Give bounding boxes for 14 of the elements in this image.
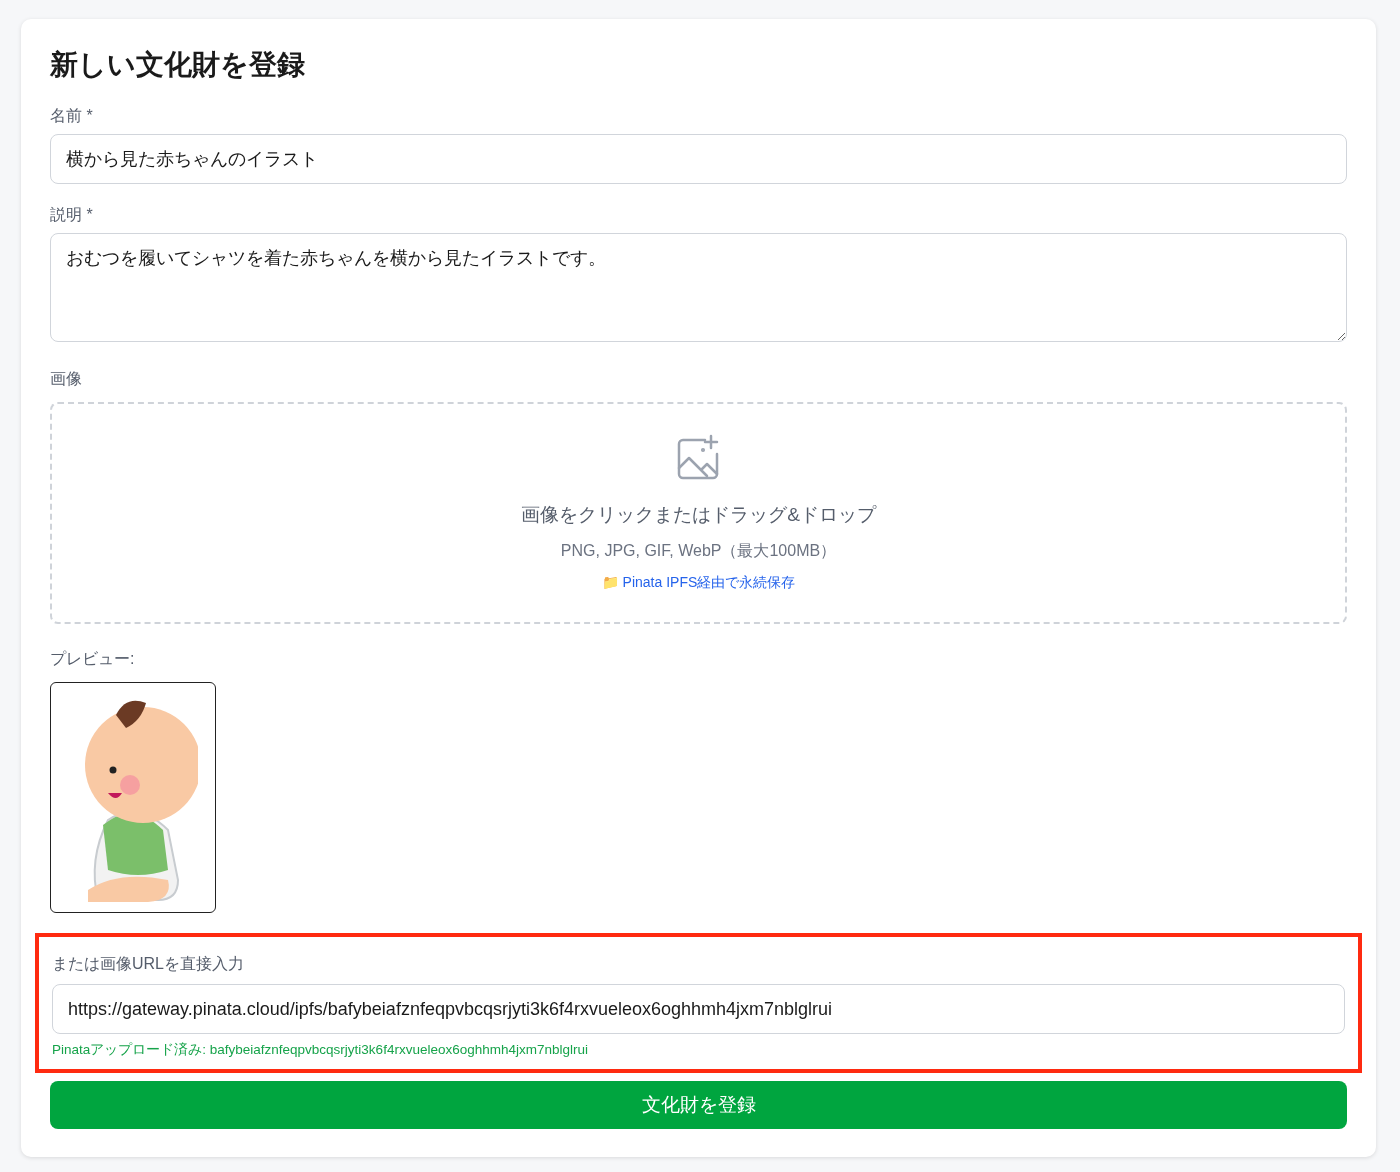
- format-hint: PNG, JPG, GIF, WebP（最大100MB）: [560, 541, 837, 561]
- storage-note: 📁 Pinata IPFS経由で永続保存: [601, 573, 796, 592]
- upload-status: Pinataアップロード済み: bafybeiafznfeqpvbcqsrjyti3k6f4rxvueleox6oghhmh4jxm7nblglrui: [52, 1041, 589, 1059]
- description-textarea[interactable]: おむつを履いてシャツを着た赤ちゃんを横から見たイラストです。: [50, 233, 1347, 342]
- image-url-input[interactable]: https://gateway.pinata.cloud/ipfs/bafybeiafznfeqpvbcqsrjyti3k6f4rxvueleox6oghhmh4jxm7nblglrui: [52, 984, 1345, 1034]
- form-title: 新しい文化財を登録: [50, 48, 306, 82]
- field-label: 画像: [50, 369, 83, 389]
- field-label: 名前 *: [50, 106, 94, 126]
- preview-label: プレビュー:: [50, 649, 136, 669]
- name-input[interactable]: 横から見た赤ちゃんのイラスト: [50, 134, 1347, 184]
- field-label: 説明 *: [50, 205, 94, 225]
- upload-prompt: 画像をクリックまたはドラッグ&ドロップ: [521, 503, 876, 527]
- image-dropzone[interactable]: 画像をクリックまたはドラッグ&ドロップ PNG, JPG, GIF, WebP（最大100MB） 📁 Pinata IPFS経由で永続保存: [50, 402, 1347, 624]
- field-label: または画像URLを直接入力: [52, 954, 245, 974]
